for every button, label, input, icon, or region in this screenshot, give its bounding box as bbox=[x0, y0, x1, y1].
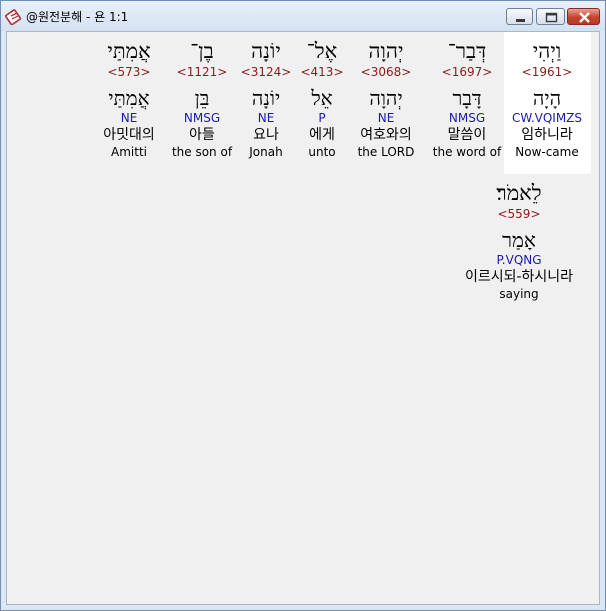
window-title: @원전분해 - 욘 1:1 bbox=[26, 10, 129, 24]
english-gloss: the word of bbox=[432, 145, 502, 159]
hebrew-lemma: אָמַר bbox=[502, 228, 536, 252]
strongs-number[interactable]: <1697> bbox=[427, 64, 507, 80]
hebrew-word: דְּבַר־ bbox=[447, 39, 487, 63]
maximize-icon bbox=[545, 12, 558, 23]
minimize-icon bbox=[516, 19, 525, 22]
morphology-code: NMSG bbox=[183, 111, 221, 125]
hebrew-word: אֲמִתַּי bbox=[107, 39, 151, 63]
strongs-number[interactable]: <573> bbox=[89, 64, 169, 80]
word-column[interactable]: דְּבַר־ <1697> דָּבָר NMSG 말씀이 the word … bbox=[427, 38, 507, 160]
korean-gloss: 아밋대의 bbox=[103, 127, 155, 143]
maximize-button[interactable] bbox=[536, 8, 565, 25]
strongs-number[interactable]: <559> bbox=[444, 206, 594, 222]
morphology-code: NMSG bbox=[448, 111, 486, 125]
korean-gloss: 아들 bbox=[189, 127, 215, 143]
word-column[interactable]: אֲמִתַּי <573> אֲמִתַּי NE 아밋대의 Amitti bbox=[89, 38, 169, 160]
app-window: @원전분해 - 욘 1:1 וַיְהִי <1961> הָיָה CW.VQ… bbox=[0, 0, 606, 611]
korean-gloss: 임하니라 bbox=[521, 127, 573, 143]
word-column[interactable]: בֶן־ <1121> בֵּן NMSG 아들 the son of bbox=[162, 38, 242, 160]
strongs-number[interactable]: <1121> bbox=[162, 64, 242, 80]
word-column[interactable]: לֵאמֹר׃ <559> אָמַר P.VQNG 이르시되-하시니라 say… bbox=[444, 180, 594, 302]
hebrew-word: לֵאמֹר׃ bbox=[496, 181, 542, 205]
english-gloss: saying bbox=[499, 287, 539, 301]
bible-app-icon[interactable] bbox=[5, 7, 23, 25]
hebrew-word: בֶן־ bbox=[190, 39, 214, 63]
hebrew-lemma: אֲמִתַּי bbox=[108, 86, 150, 110]
english-gloss: Amitti bbox=[111, 145, 147, 159]
morphology-code: P.VQNG bbox=[496, 253, 542, 267]
english-gloss: Now-came bbox=[515, 145, 579, 159]
morphology-code: CW.VQIMZS bbox=[511, 111, 583, 125]
korean-gloss: 말씀이 bbox=[447, 127, 487, 143]
strongs-number[interactable]: <1961> bbox=[507, 64, 587, 80]
english-gloss: the son of bbox=[171, 145, 233, 159]
hebrew-lemma: הָיָה bbox=[532, 86, 562, 110]
hebrew-lemma: דָּבָר bbox=[452, 86, 482, 110]
hebrew-word: וַיְהִי bbox=[532, 39, 562, 63]
morphology-code: NE bbox=[120, 111, 138, 125]
word-column[interactable]: וַיְהִי <1961> הָיָה CW.VQIMZS 임하니라 Now-… bbox=[507, 38, 587, 160]
hebrew-lemma: בֵּן bbox=[194, 86, 210, 110]
close-icon bbox=[579, 12, 590, 23]
korean-gloss: 이르시되-하시니라 bbox=[464, 269, 574, 285]
title-bar[interactable]: @원전분해 - 욘 1:1 bbox=[1, 1, 605, 31]
analysis-panel: וַיְהִי <1961> הָיָה CW.VQIMZS 임하니라 Now-… bbox=[6, 31, 600, 605]
close-button[interactable] bbox=[567, 8, 600, 25]
minimize-button[interactable] bbox=[506, 8, 533, 25]
